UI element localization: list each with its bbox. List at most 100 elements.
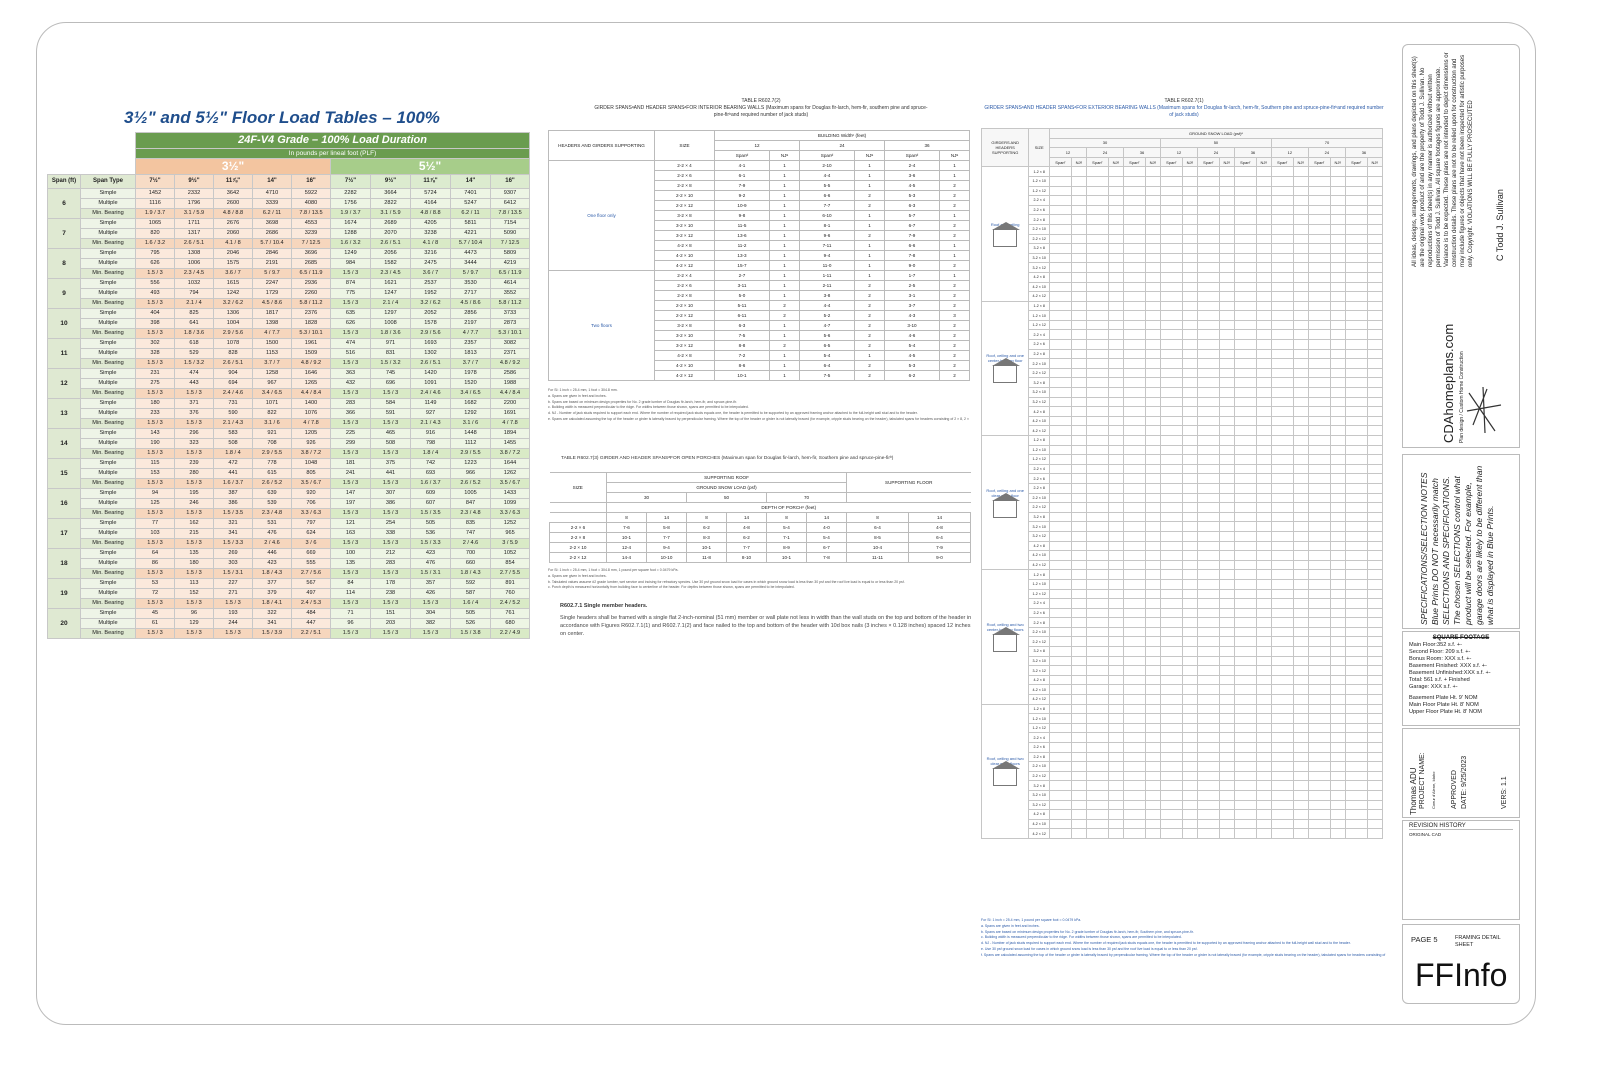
span-cell (1070, 329, 1087, 341)
span-cell (1344, 598, 1368, 609)
table-row: 4-2 × 8 (982, 540, 1384, 552)
span-cell (1070, 233, 1087, 245)
span-type-cell: Min. Bearing (80, 388, 136, 399)
span-cell (1366, 252, 1384, 264)
span-cell (1218, 444, 1235, 456)
load-value-cell: 556 (135, 278, 175, 289)
table-row: Multiple 125 246 386 539 706 197 386 607 847 1099 (48, 498, 531, 509)
span-cell: 10-1 (686, 542, 727, 553)
span-cell (1329, 463, 1346, 475)
load-value-cell: 2282 (330, 188, 371, 199)
span-cell (1307, 339, 1331, 350)
load-value-cell: 323 (174, 438, 214, 449)
load-value-cell: 1.8 / 3.6 (174, 328, 214, 339)
span-cell (1366, 310, 1384, 321)
span-cell (1107, 578, 1124, 590)
size-cell: 2-2 × 6 (1028, 607, 1050, 619)
exterior-footnotes: For SI: 1 inch = 25.4 mm, 1 pound per sq… (981, 918, 1386, 959)
load-value-cell: 4.8 / 9.2 (291, 358, 331, 369)
load-value-cell: 1.8 / 4.3 (450, 568, 491, 579)
span-cell (1329, 444, 1346, 456)
load-value-cell: 2717 (450, 288, 491, 299)
size-cell: 2-2 × 6 (549, 522, 607, 533)
span-type-cell: Min. Bearing (80, 418, 136, 429)
span-cell (1233, 713, 1257, 724)
span-cell (1307, 636, 1331, 648)
span-cell (1218, 195, 1235, 206)
span-cell (1255, 367, 1272, 379)
span-cell (1196, 454, 1220, 465)
width-header: 24 (1085, 147, 1124, 158)
span-cell: 6-2 (726, 532, 767, 543)
nj-header: NJᵍ (1144, 156, 1161, 168)
span-type-cell: Simple (80, 608, 136, 619)
span-cell (1292, 511, 1309, 523)
span-cell (1196, 252, 1220, 264)
span-cell: 7-9 (714, 180, 770, 191)
span-cell (1181, 694, 1198, 705)
span-cell (1233, 569, 1257, 580)
span-cell (1218, 204, 1235, 216)
load-value-cell: 2685 (291, 258, 331, 269)
span-cell (1107, 415, 1124, 427)
size-cell: 2-2 × 6 (654, 170, 715, 181)
span-cell (1181, 185, 1198, 197)
span-cell: 14-4 (606, 552, 647, 563)
span-cell (1255, 607, 1272, 619)
span-cell (1122, 185, 1146, 197)
span-cell (1307, 694, 1331, 705)
load-value-cell: 443 (174, 378, 214, 389)
load-value-cell: 2.6 / 5.1 (213, 358, 253, 369)
table-row: 1-2 × 10 (982, 310, 1384, 321)
size-cell: 1-2 × 10 (1028, 175, 1050, 187)
span-cell (1181, 703, 1198, 715)
span-cell (1270, 482, 1294, 494)
span-cell (1233, 367, 1257, 379)
load-value-cell: 1.5 / 3.3 (410, 538, 451, 549)
span-cell (1233, 281, 1257, 293)
span-cell (1233, 348, 1257, 360)
span-cell (1218, 559, 1235, 571)
span-cell (1049, 252, 1072, 264)
load-value-cell: 4.1 / 8 (410, 238, 451, 249)
span-cell (1181, 223, 1198, 235)
width-header: 24 (1196, 147, 1235, 158)
span-cell (1107, 406, 1124, 417)
span-cell (1196, 789, 1220, 801)
span-cell (1196, 223, 1220, 235)
span-cell (1159, 387, 1183, 398)
span-cell (1233, 492, 1257, 504)
span-cell (1255, 329, 1272, 341)
span-cell (1122, 588, 1146, 600)
load-value-cell: 1071 (252, 398, 292, 409)
size-cell: 1-2 × 8 (1028, 435, 1050, 446)
table-row: Multiple 61 129 244 341 447 96 203 382 526 680 (48, 618, 531, 629)
span-cell (1085, 454, 1109, 465)
load-value-cell: 693 (410, 468, 451, 479)
span-cell (1144, 415, 1161, 427)
load-value-cell: 5809 (489, 248, 531, 259)
exterior-table-heading: TABLE R602.7(1) GIRDER SPANSᵃAND HEADER … (984, 98, 1384, 119)
load-value-cell: 694 (213, 378, 253, 389)
load-value-cell: 874 (330, 278, 371, 289)
span-cell (1049, 617, 1072, 628)
load-value-cell: 1242 (213, 288, 253, 299)
span-cell (1085, 463, 1109, 475)
span-cell (1344, 713, 1368, 724)
interior-footnotes: For SI: 1 inch = 25.4 mm, 1 foot = 304.8… (548, 388, 970, 423)
span-cell (1270, 195, 1294, 206)
table-row: Min. Bearing 1.5 / 3 1.5 / 3 1.5 / 3.3 2 / 4… (48, 538, 531, 549)
span-cell (1085, 626, 1109, 638)
span-cell (1292, 310, 1309, 321)
span-cell (1255, 559, 1272, 571)
span-cell (1159, 636, 1183, 648)
span-cell (1085, 329, 1109, 341)
load-value-cell: 476 (410, 558, 451, 569)
load-value-cell: 1.5 / 3 (330, 388, 371, 399)
span-cell (1122, 578, 1146, 590)
span-cell (1292, 617, 1309, 628)
table-row: 4-2 × 10 (982, 684, 1384, 696)
span-cell (1181, 713, 1198, 724)
load-value-cell: 508 (213, 438, 253, 449)
load-value-cell: 1.5 / 3 (213, 598, 253, 609)
